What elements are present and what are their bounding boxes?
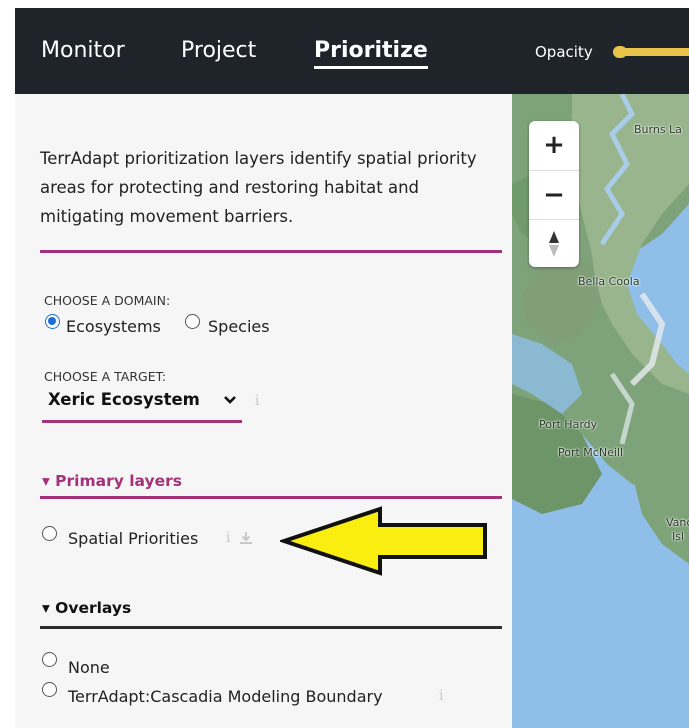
tab-prioritize[interactable]: Prioritize bbox=[314, 38, 428, 69]
cascadia-info-icon[interactable]: i bbox=[439, 688, 443, 704]
tab-monitor[interactable]: Monitor bbox=[41, 38, 125, 63]
primary-layers-heading[interactable]: ▾ Primary layers bbox=[42, 472, 182, 490]
zoom-out-button[interactable]: − bbox=[529, 171, 579, 219]
radio-overlay-cascadia[interactable] bbox=[42, 682, 57, 697]
radio-species-label[interactable]: Species bbox=[208, 317, 270, 336]
target-label: CHOOSE A TARGET: bbox=[44, 369, 167, 384]
target-info-icon[interactable]: i bbox=[255, 393, 259, 409]
layers-sidebar: TerrAdapt prioritization layers identify… bbox=[15, 94, 512, 728]
chevron-down-icon[interactable] bbox=[222, 392, 238, 408]
target-select-underline bbox=[42, 420, 242, 423]
map-label-burns-lake: Burns La bbox=[634, 123, 682, 136]
overlay-cascadia-label[interactable]: TerrAdapt:Cascadia Modeling Boundary bbox=[68, 687, 383, 706]
download-icon[interactable] bbox=[239, 531, 253, 545]
radio-ecosystems[interactable] bbox=[45, 314, 60, 329]
map-label-island: Isl bbox=[672, 530, 685, 543]
map-label-bella-coola: Bella Coola bbox=[578, 275, 640, 288]
spatial-priorities-info-icon[interactable]: i bbox=[226, 530, 230, 546]
overlays-heading[interactable]: ▾ Overlays bbox=[42, 599, 131, 617]
zoom-in-button[interactable]: + bbox=[529, 121, 579, 169]
opacity-label: Opacity bbox=[535, 43, 593, 61]
map-label-port-mcneill: Port McNeill bbox=[558, 446, 624, 459]
page-top-border bbox=[0, 0, 689, 8]
divider bbox=[40, 250, 502, 253]
radio-overlay-none[interactable] bbox=[42, 652, 57, 667]
overlay-none-label[interactable]: None bbox=[68, 658, 110, 677]
zoom-separator bbox=[529, 219, 579, 220]
domain-label: CHOOSE A DOMAIN: bbox=[44, 293, 171, 308]
top-navbar: Monitor Project Prioritize Opacity bbox=[15, 8, 689, 94]
compass-icon[interactable] bbox=[546, 229, 562, 259]
sidebar-description: TerrAdapt prioritization layers identify… bbox=[40, 149, 477, 226]
annotation-arrow-icon bbox=[280, 506, 487, 576]
map-label-port-hardy: Port Hardy bbox=[539, 418, 598, 431]
radio-ecosystems-label[interactable]: Ecosystems bbox=[66, 317, 161, 336]
map-label-vancouver: Vanc bbox=[666, 516, 689, 529]
map-zoom-controls: + − bbox=[529, 121, 579, 267]
spatial-priorities-label[interactable]: Spatial Priorities bbox=[68, 529, 198, 548]
target-select[interactable]: Xeric Ecosystem bbox=[48, 390, 200, 409]
radio-species[interactable] bbox=[185, 314, 200, 329]
primary-layers-divider bbox=[40, 496, 502, 499]
overlays-divider bbox=[40, 626, 502, 629]
radio-spatial-priorities[interactable] bbox=[42, 526, 57, 541]
tab-project[interactable]: Project bbox=[181, 38, 256, 63]
opacity-slider-handle[interactable] bbox=[613, 46, 627, 58]
